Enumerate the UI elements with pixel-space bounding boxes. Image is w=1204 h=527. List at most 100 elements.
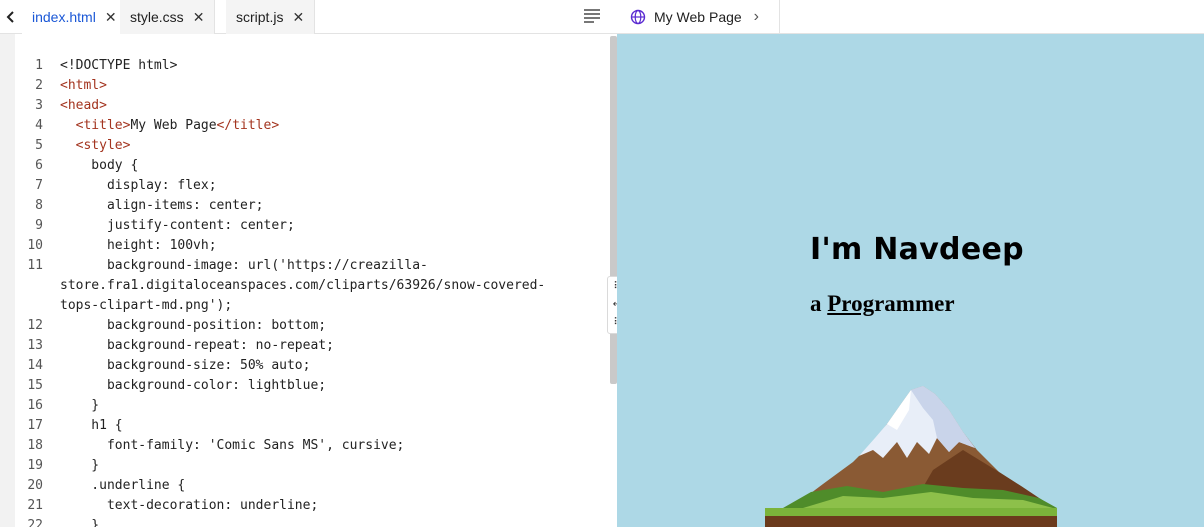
- preview-tab-label: My Web Page: [654, 9, 742, 25]
- chevron-right-icon[interactable]: ›: [754, 8, 759, 26]
- code-token: h1 {: [60, 418, 123, 433]
- line-number: 8: [35, 198, 43, 213]
- line-text: background-image: url('https://creazilla…: [60, 256, 428, 276]
- line-number: 15: [27, 378, 43, 393]
- tab-label: index.html: [32, 9, 96, 25]
- code-token: text-decoration: underline;: [60, 498, 319, 513]
- code-line[interactable]: 21 text-decoration: underline;: [15, 496, 605, 516]
- line-text: justify-content: center;: [60, 216, 295, 236]
- code-line[interactable]: 3 <head>: [15, 96, 605, 116]
- line-number: 20: [27, 478, 43, 493]
- code-token: display: flex;: [60, 178, 217, 193]
- code-line[interactable]: 12 background-position: bottom;: [15, 316, 605, 336]
- line-number: 12: [27, 318, 43, 333]
- line-text: <html>: [60, 76, 107, 96]
- back-button[interactable]: [0, 0, 22, 34]
- subheading-underlined: Prog: [827, 291, 875, 316]
- line-number: 1: [35, 58, 43, 73]
- line-number: 11: [27, 258, 43, 273]
- line-number: 13: [27, 338, 43, 353]
- code-editor[interactable]: index.html ✕ style.css ✕ script.js ✕ 1 <!…: [0, 0, 617, 527]
- line-number: 21: [27, 498, 43, 513]
- line-number: 14: [27, 358, 43, 373]
- code-line[interactable]: 7 display: flex;: [15, 176, 605, 196]
- line-number: 10: [27, 238, 43, 253]
- editor-gutter: [0, 34, 15, 527]
- line-text: align-items: center;: [60, 196, 264, 216]
- code-token: height: 100vh;: [60, 238, 217, 253]
- line-number: 3: [35, 98, 43, 113]
- code-line[interactable]: 22 }: [15, 516, 605, 527]
- code-line[interactable]: 14 background-size: 50% auto;: [15, 356, 605, 376]
- html-tag-token: </title>: [216, 118, 280, 133]
- close-icon[interactable]: ✕: [105, 10, 117, 24]
- html-tag-token: <html>: [60, 78, 107, 93]
- code-line[interactable]: 20 .underline {: [15, 476, 605, 496]
- line-text: <head>: [60, 96, 107, 116]
- html-tag-token: <head>: [60, 98, 107, 113]
- code-line[interactable]: 1 <!DOCTYPE html>: [15, 56, 605, 76]
- code-line[interactable]: 18 font-family: 'Comic Sans MS', cursive…: [15, 436, 605, 456]
- menu-button[interactable]: [581, 6, 603, 26]
- code-token: body {: [60, 158, 139, 173]
- line-text: h1 {: [60, 416, 123, 436]
- code-token: tops-clipart-md.png');: [60, 298, 233, 313]
- code-line[interactable]: 17 h1 {: [15, 416, 605, 436]
- line-number: 2: [35, 78, 43, 93]
- line-text: <title>My Web Page</title>: [60, 116, 280, 136]
- line-text: background-repeat: no-repeat;: [60, 336, 334, 356]
- line-text: background-color: lightblue;: [60, 376, 326, 396]
- line-text: }: [60, 516, 99, 527]
- preview-tab-bar: My Web Page ›: [617, 0, 1204, 34]
- line-number: 22: [27, 518, 43, 527]
- line-text: .underline {: [60, 476, 185, 496]
- line-number: 7: [35, 178, 43, 193]
- page-heading: I'm Navdeep: [810, 232, 1024, 267]
- code-line[interactable]: 11 background-image: url('https://creazi…: [15, 256, 605, 276]
- code-token: align-items: center;: [60, 198, 264, 213]
- code-token: .underline {: [60, 478, 186, 493]
- subheading-prefix: a: [810, 291, 828, 316]
- code-token: <!DOCTYPE html>: [60, 58, 178, 73]
- code-line[interactable]: 4 <title>My Web Page</title>: [15, 116, 605, 136]
- html-tag-token: <title>: [75, 118, 131, 133]
- tab-label: script.js: [236, 9, 284, 25]
- line-number: 9: [35, 218, 43, 233]
- preview-tab[interactable]: My Web Page ›: [617, 0, 780, 34]
- close-icon[interactable]: ✕: [292, 10, 304, 24]
- code-token: }: [60, 518, 100, 527]
- line-number: 16: [27, 398, 43, 413]
- code-line[interactable]: 6 body {: [15, 156, 605, 176]
- code-line[interactable]: 15 background-color: lightblue;: [15, 376, 605, 396]
- line-text: }: [60, 396, 99, 416]
- code-area[interactable]: 1 <!DOCTYPE html> 2 <html> 3 <head> 4 <title>M…: [15, 56, 605, 527]
- line-number: 4: [35, 118, 43, 133]
- tab-index-html[interactable]: index.html ✕: [22, 0, 128, 34]
- code-token: }: [60, 458, 100, 473]
- code-line[interactable]: 19 }: [15, 456, 605, 476]
- line-text: body {: [60, 156, 138, 176]
- code-line[interactable]: 10 height: 100vh;: [15, 236, 605, 256]
- code-line[interactable]: 2 <html>: [15, 76, 605, 96]
- code-token: font-family: 'Comic Sans MS', cursive;: [60, 438, 405, 453]
- code-token: background-repeat: no-repeat;: [60, 338, 334, 353]
- tab-style-css[interactable]: style.css ✕: [120, 0, 216, 34]
- code-line[interactable]: store.fra1.digitaloceanspaces.com/clipar…: [15, 276, 605, 296]
- mountain-illustration: [765, 386, 1057, 527]
- code-line[interactable]: tops-clipart-md.png');: [15, 296, 605, 316]
- code-line[interactable]: 13 background-repeat: no-repeat;: [15, 336, 605, 356]
- tab-script-js[interactable]: script.js ✕: [226, 0, 316, 34]
- code-line[interactable]: 5 <style>: [15, 136, 605, 156]
- line-text: }: [60, 456, 99, 476]
- code-token: My Web Page: [130, 118, 217, 133]
- line-number: 6: [35, 158, 43, 173]
- line-text: background-size: 50% auto;: [60, 356, 311, 376]
- code-line[interactable]: 8 align-items: center;: [15, 196, 605, 216]
- close-icon[interactable]: ✕: [193, 10, 205, 24]
- code-token: justify-content: center;: [60, 218, 295, 233]
- code-line[interactable]: 9 justify-content: center;: [15, 216, 605, 236]
- line-text: height: 100vh;: [60, 236, 217, 256]
- code-token: background-color: lightblue;: [60, 378, 327, 393]
- code-line[interactable]: 16 }: [15, 396, 605, 416]
